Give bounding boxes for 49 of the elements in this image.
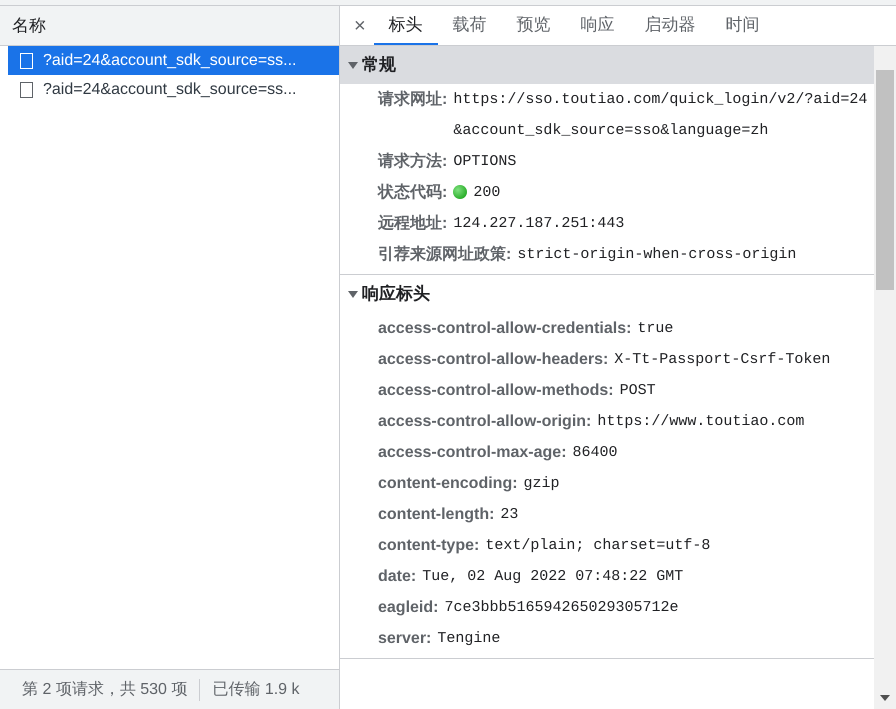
file-icon	[20, 82, 33, 98]
header-value: 86400	[572, 443, 618, 463]
header-value: https://www.toutiao.com	[597, 412, 804, 432]
header-name: eagleid:	[378, 598, 438, 618]
header-value: Tue, 02 Aug 2022 07:48:22 GMT	[422, 567, 684, 587]
header-value: Tengine	[437, 629, 500, 649]
header-value: true	[637, 319, 674, 339]
header-value: 200	[473, 183, 500, 203]
header-name: 请求网址:	[378, 90, 448, 110]
column-header[interactable]: 名称	[0, 6, 339, 46]
header-name: content-type:	[378, 536, 480, 556]
status-text: 已传输 1.9 k	[212, 680, 300, 700]
tab[interactable]: 时间	[710, 7, 775, 45]
header-name: server:	[378, 629, 432, 649]
file-icon	[20, 52, 33, 68]
tab[interactable]: 响应	[566, 7, 630, 45]
header-name: access-control-max-age:	[378, 443, 567, 463]
header-name: access-control-allow-credentials:	[378, 319, 632, 339]
expanded-triangle-icon	[348, 289, 358, 299]
header-value: OPTIONS	[453, 152, 516, 172]
header-name: 引荐来源网址政策:	[378, 244, 512, 265]
header-name: content-length:	[378, 505, 494, 525]
down-arrow-icon[interactable]	[880, 695, 890, 701]
header-value: 23	[500, 505, 518, 525]
header-value: POST	[620, 381, 656, 401]
scrollbar[interactable]	[874, 46, 896, 709]
header-value: X-Tt-Passport-Csrf-Token	[614, 350, 830, 370]
header-value: 124.227.187.251:443	[453, 214, 624, 234]
tab[interactable]: 预览	[502, 7, 566, 45]
header-name: 远程地址:	[378, 214, 448, 234]
section-header[interactable]: 常规	[340, 46, 874, 84]
header-name: 状态代码:	[378, 182, 448, 203]
request-row[interactable]: ?aid=24&account_sdk_source=ss...	[8, 46, 339, 75]
header-value: gzip	[524, 474, 560, 494]
tab[interactable]: 启动器	[630, 7, 711, 45]
close-button[interactable]: ×	[346, 7, 374, 45]
header-name: 请求方法:	[378, 151, 448, 172]
tab[interactable]: 载荷	[438, 7, 502, 45]
header-value: 7ce3bbb516594265029305712e	[444, 598, 679, 618]
header-value: text/plain; charset=utf-8	[485, 536, 710, 556]
header-value: https://sso.toutiao.com/quick_login/v2/?aid=24&account_sdk_source=sso&language=zh	[453, 90, 868, 141]
status-text: 第 2 项请求，共 530 项	[22, 680, 188, 700]
header-name: access-control-allow-origin:	[378, 412, 592, 432]
header-name: content-encoding:	[378, 474, 518, 494]
header-name: date:	[378, 567, 416, 587]
header-value: strict-origin-when-cross-origin	[517, 245, 796, 265]
header-name: access-control-allow-methods:	[378, 381, 614, 401]
header-name: access-control-allow-headers:	[378, 350, 608, 370]
expanded-triangle-icon	[348, 60, 358, 70]
